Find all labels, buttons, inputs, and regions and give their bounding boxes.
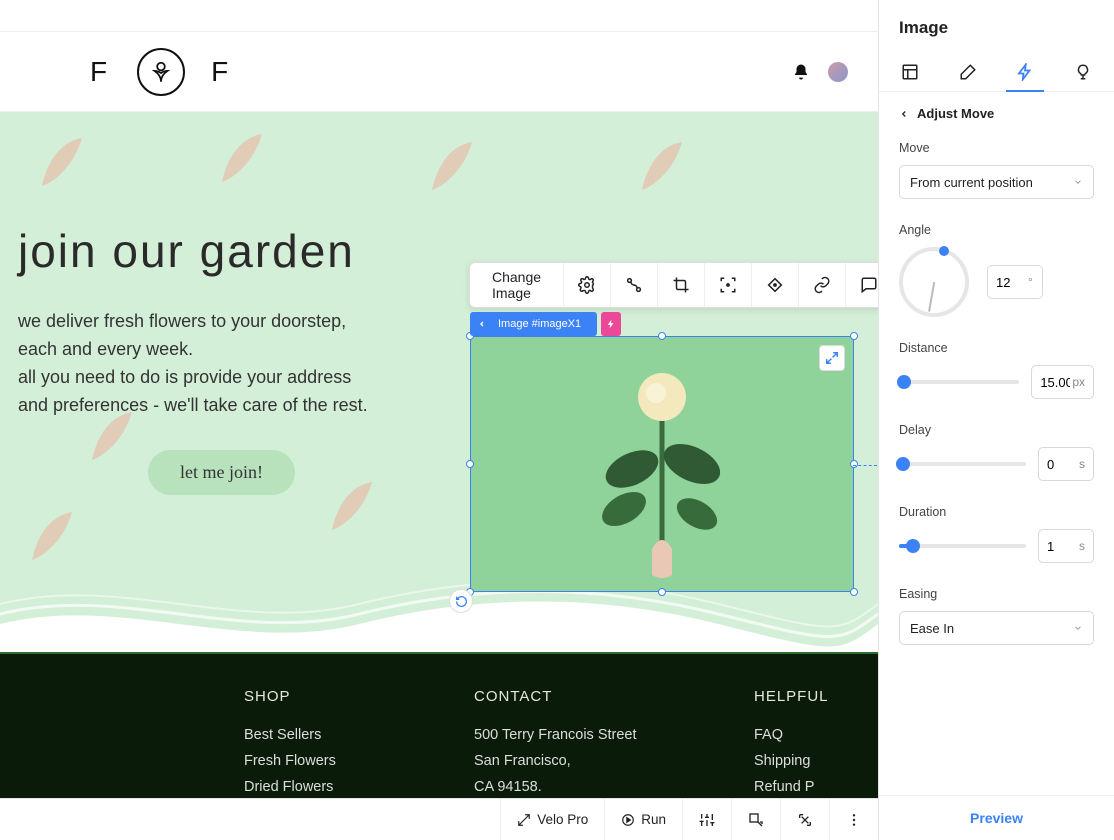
footer-link[interactable]: Shipping <box>754 753 829 769</box>
footer-link[interactable]: Dried Flowers <box>244 779 474 795</box>
hero-line: and preferences - we'll take care of the… <box>18 392 448 420</box>
distance-label: Distance <box>899 341 1094 355</box>
footer-text: CA 94158. <box>474 779 754 795</box>
back-label: Adjust Move <box>917 106 994 121</box>
delay-unit: s <box>1077 457 1093 471</box>
path-icon[interactable] <box>611 263 658 307</box>
avatar[interactable] <box>828 62 848 82</box>
run-button[interactable]: Run <box>604 799 682 840</box>
duration-label: Duration <box>899 505 1094 519</box>
velo-pro-label: Velo Pro <box>537 812 588 827</box>
hero-line: all you need to do is provide your addre… <box>18 364 448 392</box>
leaf-icon <box>630 122 710 202</box>
logo-mark-icon <box>137 48 185 96</box>
angle-dial[interactable] <box>899 247 969 317</box>
leaf-icon <box>210 114 290 194</box>
tab-animation-icon[interactable] <box>1014 52 1036 91</box>
footer-link[interactable]: Best Sellers <box>244 727 474 743</box>
distance-unit: px <box>1070 375 1093 389</box>
duration-slider[interactable] <box>899 544 1026 548</box>
duration-unit: s <box>1077 539 1093 553</box>
footer-link[interactable]: Refund P <box>754 779 829 795</box>
selection-badge[interactable]: Image #imageX1 <box>470 312 621 336</box>
selection-badge-label: Image #imageX1 <box>490 315 589 333</box>
angle-unit: ° <box>1026 275 1041 289</box>
preview-button[interactable]: Preview <box>970 810 1023 826</box>
move-label: Move <box>899 141 1094 155</box>
select-tool-icon[interactable] <box>731 799 780 840</box>
site-header: F F <box>0 32 878 112</box>
bell-icon[interactable] <box>792 63 810 81</box>
move-select[interactable]: From current position <box>899 165 1094 199</box>
run-label: Run <box>641 812 666 827</box>
flower-image <box>562 349 762 579</box>
bottom-toolbar: Velo Pro Run <box>0 798 878 840</box>
duration-input[interactable]: s <box>1038 529 1094 563</box>
footer-text: San Francisco, <box>474 753 754 769</box>
logo: F F <box>90 48 232 96</box>
tab-design-icon[interactable] <box>957 52 979 91</box>
sliders-icon[interactable] <box>682 799 731 840</box>
distance-input[interactable]: px <box>1031 365 1094 399</box>
hero-title: join our garden <box>18 228 448 274</box>
distance-slider[interactable] <box>899 380 1019 384</box>
easing-label: Easing <box>899 587 1094 601</box>
tab-help-icon[interactable] <box>1072 52 1094 91</box>
leaf-icon <box>420 122 500 202</box>
footer-shop-head: SHOP <box>244 688 474 705</box>
delay-input[interactable]: s <box>1038 447 1094 481</box>
back-button[interactable]: Adjust Move <box>899 106 1094 121</box>
undo-icon[interactable] <box>449 589 473 613</box>
bolt-icon[interactable] <box>601 312 621 336</box>
easing-value: Ease In <box>910 621 954 636</box>
panel-tabs <box>879 52 1114 92</box>
leaf-icon <box>20 492 100 572</box>
hero-text: join our garden we deliver fresh flowers… <box>18 228 448 495</box>
selected-image[interactable] <box>470 336 854 592</box>
angle-label: Angle <box>899 223 1094 237</box>
chevron-down-icon <box>1073 177 1083 187</box>
easing-select[interactable]: Ease In <box>899 611 1094 645</box>
tab-layout-icon[interactable] <box>899 52 921 91</box>
move-value: From current position <box>910 175 1033 190</box>
velo-pro-button[interactable]: Velo Pro <box>500 799 604 840</box>
delay-slider[interactable] <box>899 462 1026 466</box>
crop-icon[interactable] <box>658 263 705 307</box>
image-toolbar: Change Image <box>469 262 878 308</box>
chevron-down-icon <box>1073 623 1083 633</box>
more-icon[interactable] <box>829 799 878 840</box>
hero-line: we deliver fresh flowers to your doorste… <box>18 308 448 336</box>
leaf-icon <box>30 118 110 198</box>
footer-link[interactable]: FAQ <box>754 727 829 743</box>
properties-panel: Image Adjust Move Move From current posi… <box>878 0 1114 840</box>
footer-text: 500 Terry Francois Street <box>474 727 754 743</box>
focus-icon[interactable] <box>705 263 752 307</box>
footer-help-head: HELPFUL <box>754 688 829 705</box>
change-image-button[interactable]: Change Image <box>470 263 564 307</box>
editor-stage: F F join our garden <box>0 0 878 840</box>
footer-link[interactable]: Fresh Flowers <box>244 753 474 769</box>
animation-icon[interactable] <box>752 263 799 307</box>
expand-icon[interactable] <box>819 345 845 371</box>
settings-icon[interactable] <box>564 263 611 307</box>
panel-title: Image <box>879 0 1114 52</box>
logo-letter-right: F <box>211 56 232 88</box>
cta-button[interactable]: let me join! <box>148 450 295 495</box>
comment-icon[interactable] <box>846 263 878 307</box>
hero-line: each and every week. <box>18 336 448 364</box>
wave-divider <box>0 584 878 652</box>
expand-tool-icon[interactable] <box>780 799 829 840</box>
angle-input[interactable]: ° <box>987 265 1043 299</box>
delay-label: Delay <box>899 423 1094 437</box>
link-icon[interactable] <box>799 263 846 307</box>
top-bar <box>0 0 878 32</box>
hero-section: join our garden we deliver fresh flowers… <box>0 112 878 652</box>
logo-letter-left: F <box>90 56 111 88</box>
footer-contact-head: CONTACT <box>474 688 754 705</box>
